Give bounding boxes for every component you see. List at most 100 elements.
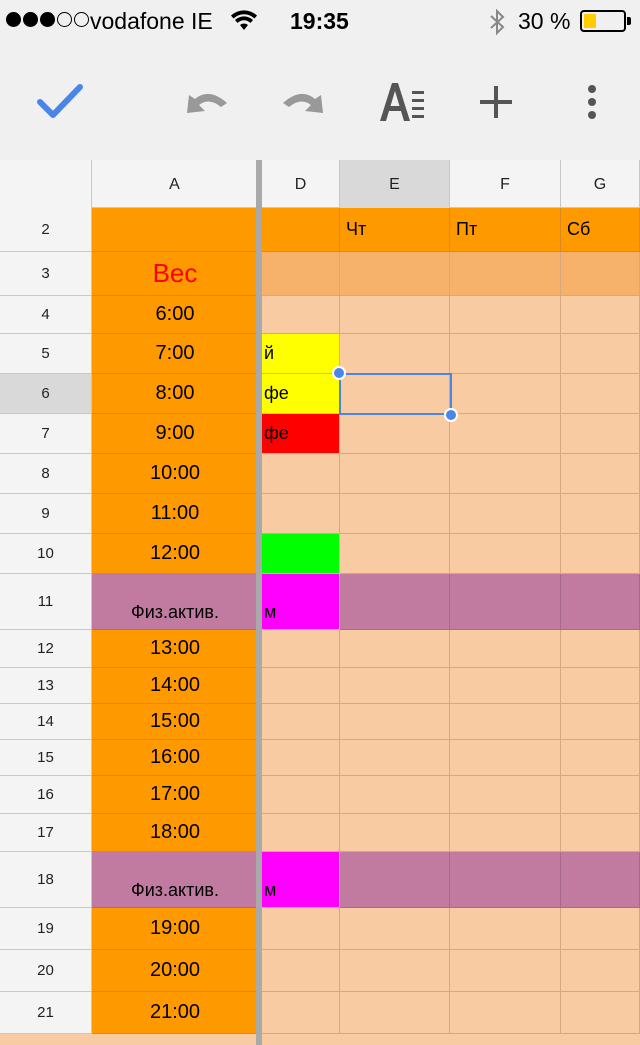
row-header[interactable]: 16: [0, 776, 92, 814]
cell-e[interactable]: [340, 494, 450, 534]
checkmark-icon[interactable]: [30, 72, 90, 132]
cell-g[interactable]: [561, 950, 640, 992]
cell-g[interactable]: [561, 374, 640, 414]
row-header[interactable]: 20: [0, 950, 92, 992]
undo-icon[interactable]: [178, 72, 238, 132]
cell-d[interactable]: [262, 704, 340, 740]
column-header-g[interactable]: G: [561, 160, 640, 208]
cell-e[interactable]: [340, 454, 450, 494]
row-header[interactable]: 14: [0, 704, 92, 740]
row-header[interactable]: 21: [0, 992, 92, 1034]
cell-e[interactable]: Чт: [340, 208, 450, 252]
cell-e[interactable]: [340, 534, 450, 574]
column-header-d[interactable]: D: [262, 160, 340, 208]
row-header[interactable]: 2: [0, 208, 92, 252]
cell-d[interactable]: [262, 740, 340, 776]
cell-g[interactable]: [561, 704, 640, 740]
cell-a[interactable]: 14:00: [92, 668, 258, 704]
row-header[interactable]: 10: [0, 534, 92, 574]
column-header-e[interactable]: E: [340, 160, 450, 208]
row-header[interactable]: 5: [0, 334, 92, 374]
cell-a[interactable]: 16:00: [92, 740, 258, 776]
cell-a[interactable]: 11:00: [92, 494, 258, 534]
cell-d[interactable]: [262, 950, 340, 992]
cell-d[interactable]: фе: [262, 374, 340, 414]
cell-a[interactable]: 19:00: [92, 908, 258, 950]
cell-g[interactable]: [561, 454, 640, 494]
row-header[interactable]: 8: [0, 454, 92, 494]
cell-g[interactable]: [561, 494, 640, 534]
cell-d[interactable]: [262, 296, 340, 334]
row-header[interactable]: 6: [0, 374, 92, 414]
cell-e[interactable]: [340, 740, 450, 776]
plus-icon[interactable]: [466, 72, 526, 132]
cell-f[interactable]: Пт: [450, 208, 561, 252]
cell-e[interactable]: [340, 908, 450, 950]
cell-e[interactable]: [340, 296, 450, 334]
more-vertical-icon[interactable]: [562, 72, 622, 132]
cell-e[interactable]: [340, 630, 450, 668]
cell-a[interactable]: 12:00: [92, 534, 258, 574]
cell-d[interactable]: [262, 494, 340, 534]
cell-a[interactable]: 17:00: [92, 776, 258, 814]
cell-g[interactable]: Сб: [561, 208, 640, 252]
select-all-corner[interactable]: [0, 160, 92, 208]
cell-f[interactable]: [450, 740, 561, 776]
cell-a[interactable]: 13:00: [92, 630, 258, 668]
cell-g[interactable]: [561, 334, 640, 374]
cell-f[interactable]: [450, 414, 561, 454]
cell-a[interactable]: Физ.актив.: [92, 852, 258, 908]
cell-a[interactable]: 9:00: [92, 414, 258, 454]
cell-f[interactable]: [450, 630, 561, 668]
cell-a[interactable]: 6:00: [92, 296, 258, 334]
cell-g[interactable]: [561, 630, 640, 668]
cell-d[interactable]: й: [262, 334, 340, 374]
cell-f[interactable]: [450, 704, 561, 740]
cell-d[interactable]: [262, 992, 340, 1034]
cell-e[interactable]: [340, 852, 450, 908]
cell-d[interactable]: фе: [262, 414, 340, 454]
cell-g[interactable]: [561, 296, 640, 334]
redo-icon[interactable]: [272, 72, 332, 132]
row-header[interactable]: 3: [0, 252, 92, 296]
row-header[interactable]: 11: [0, 574, 92, 630]
cell-e[interactable]: [340, 574, 450, 630]
cell-e[interactable]: [340, 814, 450, 852]
cell-d[interactable]: [262, 814, 340, 852]
cell-e[interactable]: [340, 668, 450, 704]
row-header[interactable]: 17: [0, 814, 92, 852]
cell-f[interactable]: [450, 454, 561, 494]
selection-handle-bottom-right[interactable]: [444, 408, 458, 422]
cell-f[interactable]: [450, 252, 561, 296]
row-header[interactable]: 9: [0, 494, 92, 534]
cell-f[interactable]: [450, 776, 561, 814]
cell-g[interactable]: [561, 414, 640, 454]
cell-g[interactable]: [561, 992, 640, 1034]
row-header[interactable]: 12: [0, 630, 92, 668]
cell-d[interactable]: [262, 208, 340, 252]
text-format-icon[interactable]: [372, 72, 432, 132]
cell-g[interactable]: [561, 668, 640, 704]
cell-e[interactable]: [340, 992, 450, 1034]
cell-d[interactable]: [262, 668, 340, 704]
cell-d[interactable]: [262, 534, 340, 574]
cell-f[interactable]: [450, 950, 561, 992]
cell-a[interactable]: [92, 208, 258, 252]
cell-g[interactable]: [561, 852, 640, 908]
cell-e[interactable]: [340, 950, 450, 992]
cell-f[interactable]: [450, 534, 561, 574]
cell-f[interactable]: [450, 374, 561, 414]
row-header[interactable]: 7: [0, 414, 92, 454]
cell-e[interactable]: [340, 252, 450, 296]
cell-d[interactable]: [262, 630, 340, 668]
cell-f[interactable]: [450, 908, 561, 950]
cell-a[interactable]: Физ.актив.: [92, 574, 258, 630]
cell-f[interactable]: [450, 574, 561, 630]
cell-d[interactable]: м: [262, 852, 340, 908]
cell-g[interactable]: [561, 534, 640, 574]
cell-g[interactable]: [561, 908, 640, 950]
cell-a[interactable]: 15:00: [92, 704, 258, 740]
cell-f[interactable]: [450, 334, 561, 374]
cell-d[interactable]: [262, 454, 340, 494]
cell-f[interactable]: [450, 296, 561, 334]
